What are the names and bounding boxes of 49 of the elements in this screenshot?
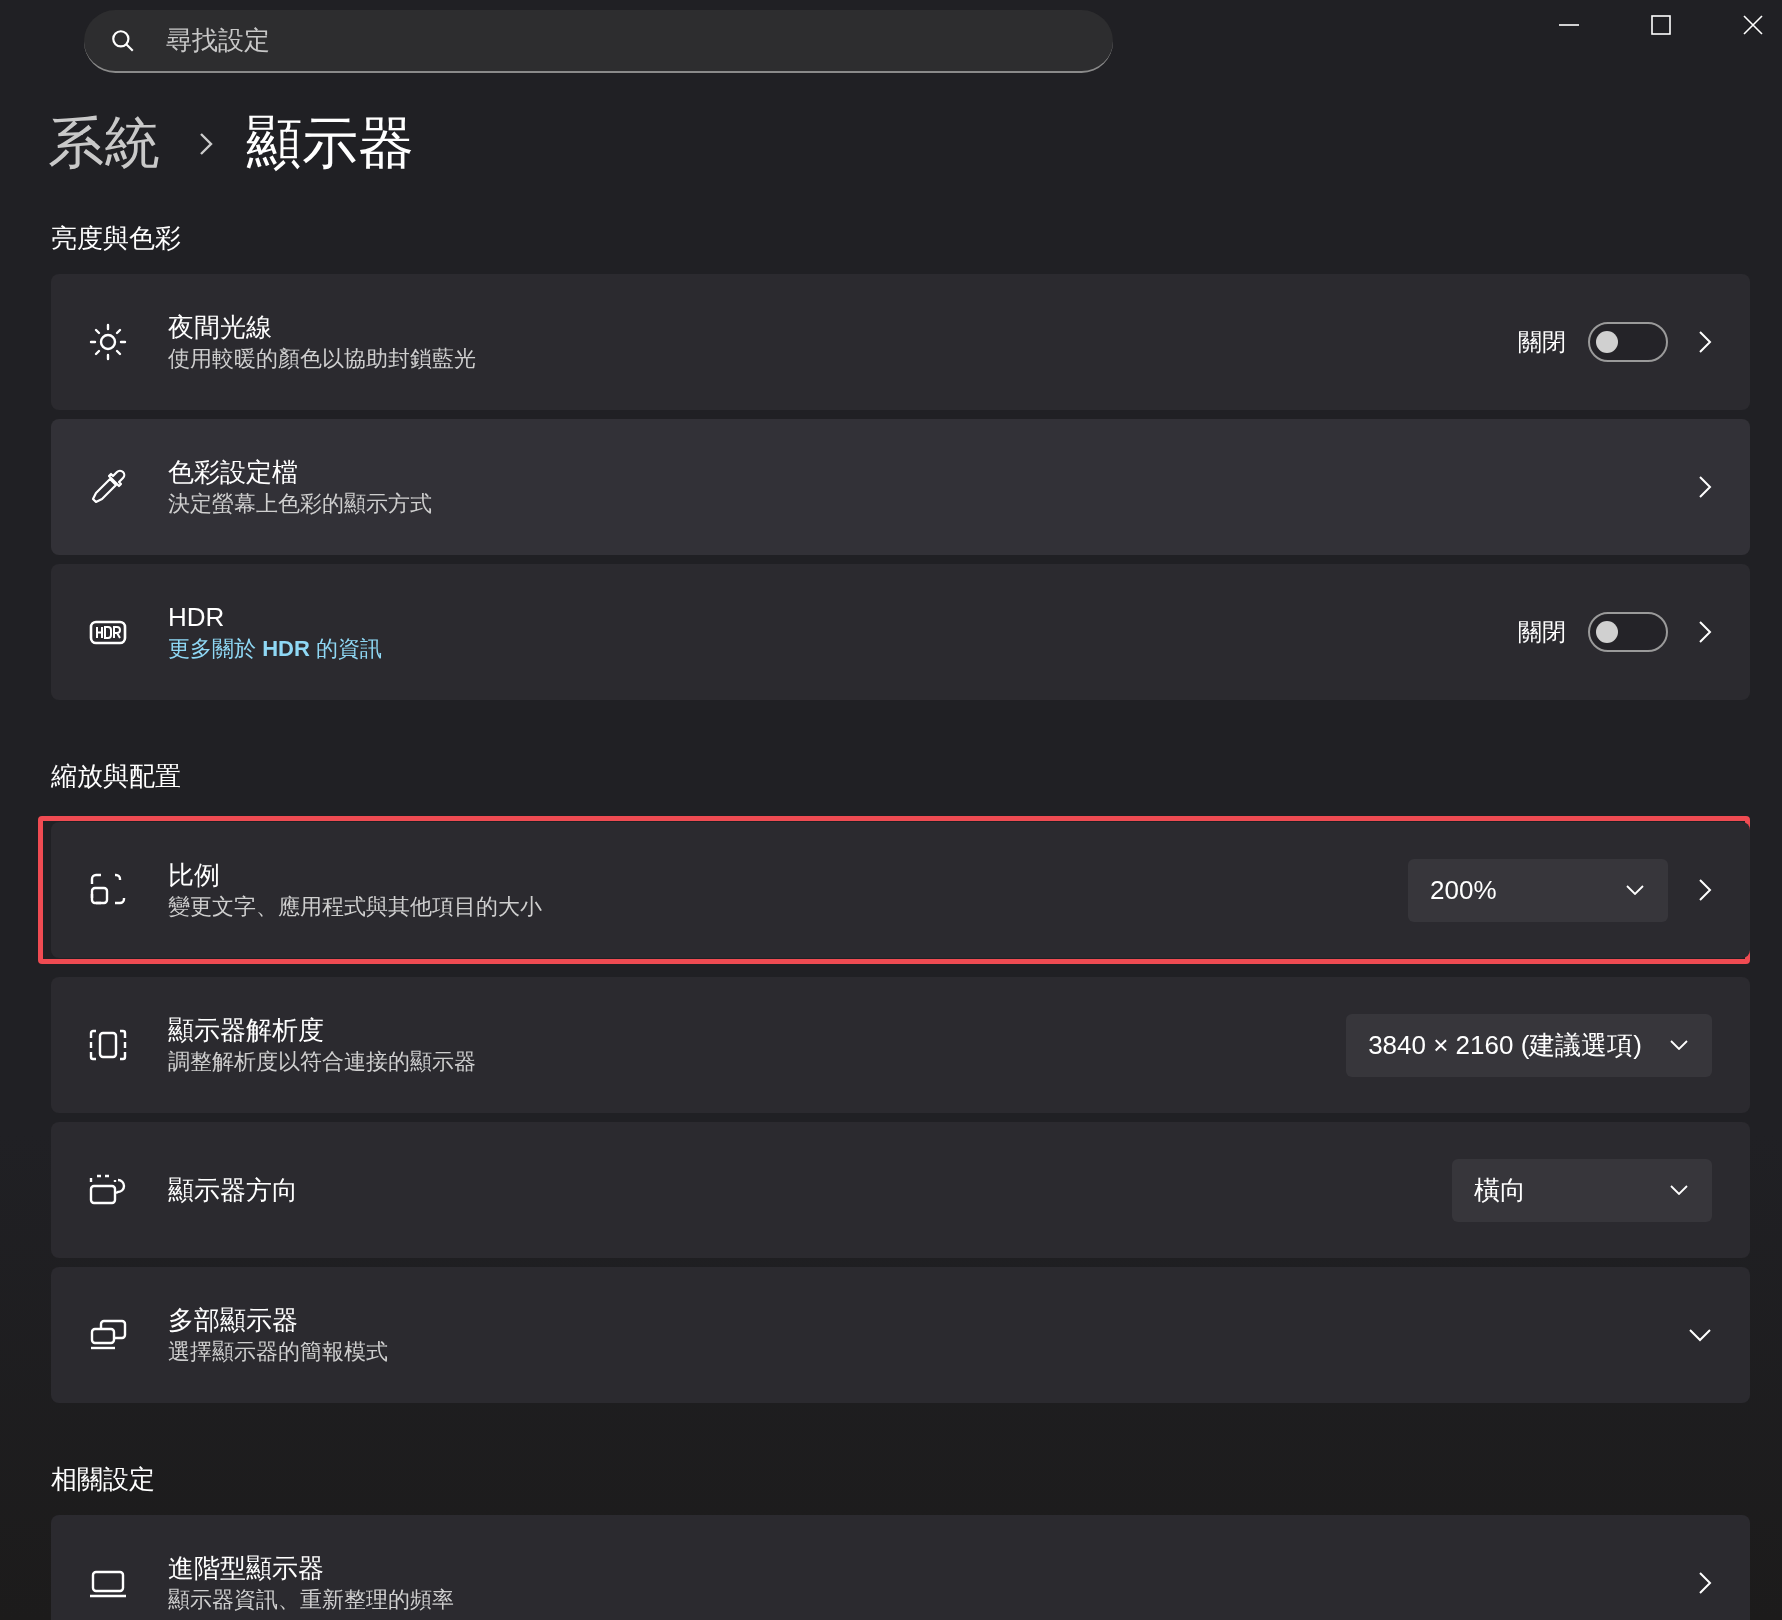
caret-icon [1626, 885, 1644, 895]
setting-description: 使用較暖的顏色以協助封鎖藍光 [168, 345, 476, 373]
setting-title: 夜間光線 [168, 311, 273, 344]
setting-title: 顯示器解析度 [168, 1014, 325, 1047]
chevron-right-icon [1698, 475, 1712, 499]
sun-icon [88, 322, 128, 362]
setting-description: 顯示器資訊、重新整理的頻率 [168, 1586, 454, 1614]
toggle-switch[interactable] [1588, 322, 1668, 362]
chevron-right-icon [1698, 1571, 1712, 1595]
toggle-switch[interactable] [1588, 612, 1668, 652]
chevron-right-icon [1698, 878, 1712, 902]
section-heading: 相關設定 [51, 1463, 156, 1496]
chevron-right-icon [1698, 620, 1712, 644]
settings-card[interactable]: 顯示器方向 橫向 [51, 1122, 1750, 1258]
setting-description: 調整解析度以符合連接的顯示器 [168, 1048, 476, 1076]
setting-title: 比例 [168, 859, 221, 892]
chevron-right-icon [198, 131, 214, 157]
maximize-icon[interactable] [1650, 14, 1672, 36]
dropdown[interactable]: 3840 × 2160 (建議選項) [1346, 1013, 1712, 1077]
section-heading: 亮度與色彩 [51, 222, 182, 255]
toggle-state-label: 關閉 [1518, 617, 1566, 647]
caret-icon [1670, 1185, 1688, 1195]
settings-card[interactable]: 多部顯示器 選擇顯示器的簡報模式 [51, 1267, 1750, 1403]
settings-card[interactable]: 進階型顯示器 顯示器資訊、重新整理的頻率 [51, 1515, 1750, 1620]
setting-description: 變更文字、應用程式與其他項目的大小 [168, 893, 542, 921]
setting-description: 決定螢幕上色彩的顯示方式 [168, 490, 432, 518]
setting-title: 顯示器方向 [168, 1174, 298, 1207]
close-icon[interactable] [1742, 14, 1764, 36]
chevron-down-icon[interactable] [1688, 1328, 1712, 1342]
setting-description: 選擇顯示器的簡報模式 [168, 1338, 388, 1366]
settings-card[interactable]: 色彩設定檔 決定螢幕上色彩的顯示方式 [51, 419, 1750, 555]
dropdown[interactable]: 橫向 [1452, 1158, 1712, 1222]
setting-title: 進階型顯示器 [168, 1552, 325, 1585]
setting-title: 色彩設定檔 [168, 456, 299, 489]
caret-icon [1670, 1040, 1688, 1050]
settings-card[interactable]: 顯示器解析度 調整解析度以符合連接的顯示器 3840 × 2160 (建議選項) [51, 977, 1750, 1113]
page-title: 顯示器 [246, 110, 414, 176]
settings-card[interactable]: HDR 更多關於 HDR 的資訊 關閉 [51, 564, 1750, 700]
setting-title: 多部顯示器 [168, 1304, 299, 1337]
settings-card[interactable]: 比例 變更文字、應用程式與其他項目的大小 200% [51, 822, 1750, 958]
setting-title: HDR [168, 601, 226, 634]
dropdown[interactable]: 200% [1408, 858, 1668, 922]
info-link[interactable]: 更多關於 HDR 的資訊 [168, 634, 382, 664]
breadcrumb-parent[interactable]: 系統 [48, 106, 160, 182]
search-field[interactable]: 尋找設定 [84, 10, 1113, 73]
section-heading: 縮放與配置 [51, 760, 182, 793]
toggle-state-label: 關閉 [1518, 327, 1566, 357]
chevron-right-icon [1698, 330, 1712, 354]
settings-card[interactable]: 夜間光線 使用較暖的顏色以協助封鎖藍光 關閉 [51, 274, 1750, 410]
